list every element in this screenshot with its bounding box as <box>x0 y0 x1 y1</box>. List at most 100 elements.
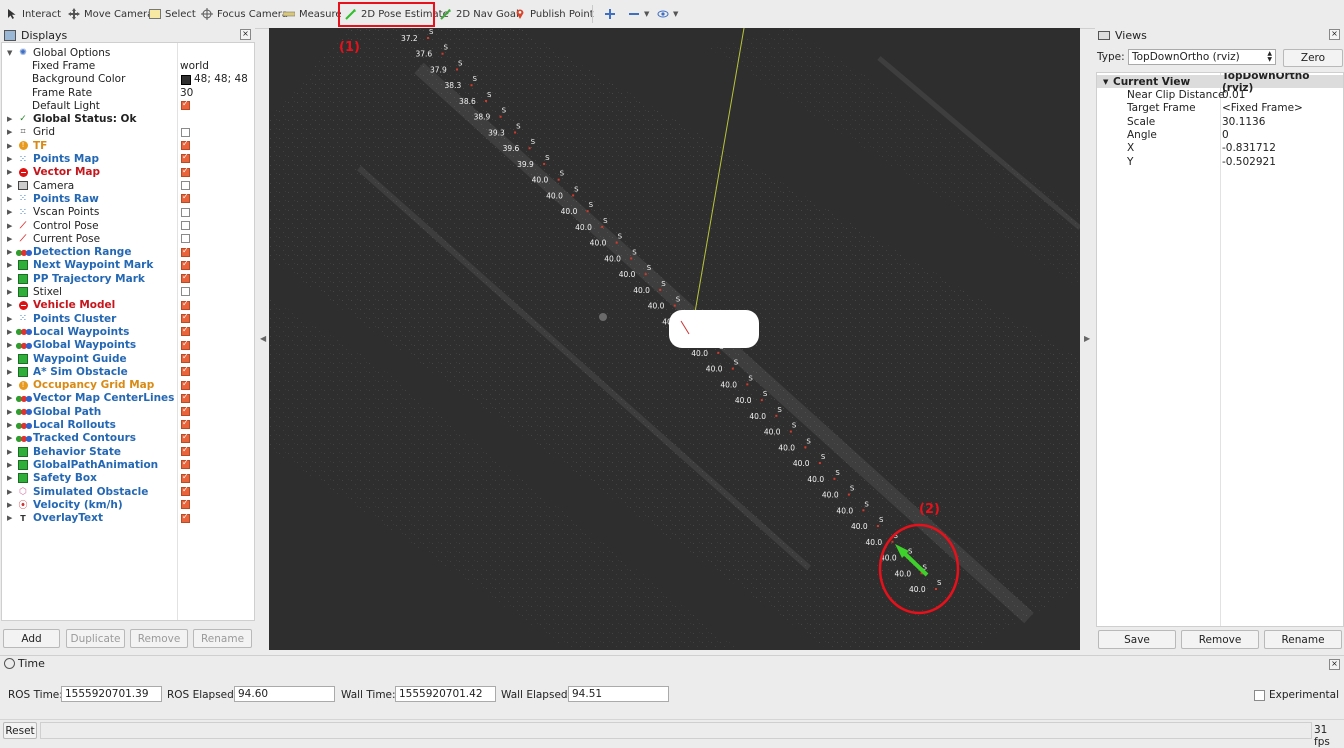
enable-checkbox[interactable] <box>181 432 190 443</box>
expand-arrow-icon[interactable]: ▶ <box>7 128 12 136</box>
publish-point-tool[interactable]: Publish Point <box>514 4 594 24</box>
expand-arrow-icon[interactable]: ▶ <box>7 474 12 482</box>
expand-arrow-icon[interactable]: ▶ <box>7 275 12 283</box>
focus-camera-tool[interactable]: Focus Camera <box>201 4 288 24</box>
zero-button[interactable]: Zero <box>1283 49 1343 67</box>
reset-button[interactable]: Reset <box>3 722 37 739</box>
expand-arrow-icon[interactable]: ▶ <box>7 222 12 230</box>
option-value[interactable]: 30 <box>180 87 193 99</box>
camera-type-button[interactable]: ▼ <box>657 4 678 24</box>
display-row[interactable]: ▶ Waypoint Guide <box>2 352 254 365</box>
enable-checkbox[interactable] <box>181 472 190 483</box>
add-button[interactable]: Add <box>3 629 60 648</box>
expand-arrow-icon[interactable]: ▶ <box>7 182 12 190</box>
property-value[interactable]: 30.1136 <box>1222 116 1265 128</box>
property-value[interactable]: <Fixed Frame> <box>1222 102 1303 114</box>
enable-checkbox[interactable] <box>181 166 190 177</box>
collapse-right-arrow[interactable]: ▶ <box>1084 334 1090 343</box>
display-row[interactable]: ▶ ⁙ Points Raw <box>2 192 254 205</box>
enable-checkbox[interactable] <box>181 485 190 496</box>
enable-checkbox[interactable] <box>181 181 190 190</box>
expand-arrow-icon[interactable]: ▶ <box>7 235 12 243</box>
view-type-select[interactable]: TopDownOrtho (rviz) ▲ ▼ <box>1128 49 1276 65</box>
enable-checkbox[interactable] <box>181 234 190 244</box>
ros-time-field[interactable]: 1555920701.39 <box>61 686 162 702</box>
rename-display-button[interactable]: Rename <box>193 629 252 648</box>
interact-tool[interactable]: Interact <box>6 4 61 24</box>
color-swatch[interactable] <box>181 74 191 85</box>
enable-checkbox[interactable] <box>181 405 190 417</box>
expand-arrow-icon[interactable]: ▶ <box>7 355 12 363</box>
expand-arrow-icon[interactable]: ▶ <box>7 208 12 216</box>
option-value[interactable]: 48; 48; 48 <box>194 73 248 85</box>
display-row[interactable]: ▶ GlobalPathAnimation <box>2 458 254 471</box>
enable-checkbox[interactable] <box>181 445 190 456</box>
duplicate-button[interactable]: Duplicate <box>66 629 125 648</box>
enable-checkbox[interactable] <box>181 99 190 111</box>
display-row[interactable]: ▶ Safety Box <box>2 472 254 485</box>
expand-arrow-icon[interactable]: ▶ <box>7 501 12 509</box>
display-row[interactable]: ▼ ✺ Global Options <box>2 46 254 59</box>
display-row[interactable]: ▶! TF <box>2 139 254 152</box>
rename-view-button[interactable]: Rename <box>1264 630 1342 649</box>
enable-checkbox[interactable] <box>181 418 190 430</box>
add-tool-button[interactable] <box>604 4 616 24</box>
expand-arrow-icon[interactable]: ▶ <box>7 261 12 269</box>
view-property-row[interactable]: Target Frame <Fixed Frame> <box>1097 102 1343 115</box>
enable-checkbox[interactable] <box>181 392 190 403</box>
close-icon[interactable]: × <box>240 29 251 40</box>
ros-elapsed-field[interactable]: 94.60 <box>234 686 335 702</box>
display-row[interactable]: Frame Rate 30 <box>2 86 254 99</box>
enable-checkbox[interactable] <box>181 220 190 230</box>
display-row[interactable]: ▶ ✓ Global Status: Ok <box>2 113 254 126</box>
expand-arrow-icon[interactable]: ▶ <box>7 368 12 376</box>
experimental-checkbox[interactable] <box>1254 690 1265 701</box>
enable-checkbox[interactable] <box>181 299 190 310</box>
display-row[interactable]: ▶ ●●● Tracked Contours <box>2 432 254 445</box>
expand-arrow-icon[interactable]: ▶ <box>7 488 12 496</box>
display-row[interactable]: ▶ ●●● Global Waypoints <box>2 339 254 352</box>
expand-arrow-icon[interactable]: ▶ <box>7 288 12 296</box>
display-row[interactable]: ▶ Camera <box>2 179 254 192</box>
expand-arrow-icon[interactable]: ▶ <box>7 301 12 309</box>
render-viewport[interactable]: 37.2 S 37.6 S 37.9 S 38.3 S 38.6 S 38.9 S 39.3 S 39.6 S… <box>269 28 1080 650</box>
display-row[interactable]: Fixed Frame world <box>2 59 254 72</box>
view-property-row[interactable]: Near Clip Distance 0.01 <box>1097 89 1343 102</box>
expand-arrow-icon[interactable]: ▶ <box>7 394 12 402</box>
display-row[interactable]: ▶ ⟋ Current Pose <box>2 232 254 245</box>
enable-checkbox[interactable] <box>181 498 190 510</box>
display-row[interactable]: ▶ ⟋ Control Pose <box>2 219 254 232</box>
display-row[interactable]: ▶ T OverlayText <box>2 512 254 525</box>
enable-checkbox[interactable] <box>181 246 190 257</box>
expand-arrow-icon[interactable]: ▶ <box>7 434 12 442</box>
expand-arrow-icon[interactable]: ▼ <box>7 49 12 57</box>
wall-time-field[interactable]: 1555920701.42 <box>395 686 496 702</box>
enable-checkbox[interactable] <box>181 379 190 390</box>
remove-display-button[interactable]: Remove <box>130 629 188 648</box>
display-row[interactable]: ▶ ⌗ Grid <box>2 126 254 139</box>
display-row[interactable]: ▶ Stixel <box>2 285 254 298</box>
display-row[interactable]: ▶! Occupancy Grid Map <box>2 379 254 392</box>
enable-checkbox[interactable] <box>181 458 190 470</box>
measure-tool[interactable]: Measure <box>282 4 342 24</box>
remove-view-button[interactable]: Remove <box>1181 630 1259 649</box>
view-property-row[interactable]: Scale 30.1136 <box>1097 115 1343 128</box>
property-value[interactable]: 0.01 <box>1222 89 1245 101</box>
select-tool[interactable]: Select <box>149 4 196 24</box>
scene-canvas[interactable]: 37.2 S 37.6 S 37.9 S 38.3 S 38.6 S 38.9 S 39.3 S 39.6 S… <box>269 28 1080 650</box>
save-view-button[interactable]: Save <box>1098 630 1176 649</box>
property-value[interactable]: -0.502921 <box>1222 156 1276 168</box>
expand-arrow-icon[interactable]: ▶ <box>7 514 12 522</box>
nav-goal-tool[interactable]: 2D Nav Goal <box>440 4 519 24</box>
property-value[interactable]: 0 <box>1222 129 1229 141</box>
current-view-row[interactable]: ▼ Current View TopDownOrtho (rviz) <box>1097 73 1343 94</box>
display-row[interactable]: ▶ ●●● Local Waypoints <box>2 325 254 338</box>
display-row[interactable]: ▶ ●●● Detection Range <box>2 246 254 259</box>
display-row[interactable]: ▶ ⁙ Vscan Points <box>2 206 254 219</box>
expand-arrow-icon[interactable]: ▶ <box>7 341 12 349</box>
enable-checkbox[interactable] <box>181 287 190 297</box>
close-icon[interactable]: × <box>1329 29 1340 40</box>
display-row[interactable]: ▶ ●●● Vector Map CenterLines <box>2 392 254 405</box>
enable-checkbox[interactable] <box>181 127 190 137</box>
close-icon[interactable]: × <box>1329 659 1340 670</box>
